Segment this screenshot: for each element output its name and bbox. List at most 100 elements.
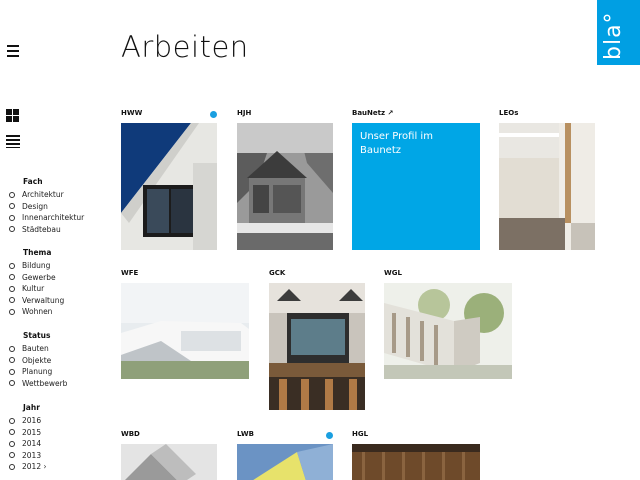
filter-title: Jahr	[23, 403, 40, 412]
radio-icon[interactable]	[9, 380, 15, 387]
filter-label: Bauten	[22, 344, 49, 354]
list-view-icon[interactable]	[6, 135, 20, 148]
radio-icon[interactable]	[9, 214, 15, 221]
project-tile-leos[interactable]: LEOs	[499, 109, 595, 250]
project-label: LWB	[237, 430, 254, 438]
radio-icon[interactable]	[9, 308, 15, 315]
project-label: HJH	[237, 109, 252, 117]
filter-label: Kultur	[22, 284, 45, 294]
new-indicator-dot	[326, 432, 333, 439]
logo-text: bla°	[601, 11, 626, 60]
filter-group-thema: Thema Bildung Gewerbe Kultur Verwaltung …	[9, 248, 64, 318]
filter-label: Städtebau	[22, 224, 61, 234]
project-label: BauNetz ↗	[352, 109, 394, 117]
filter-item-objekte[interactable]: Objekte	[9, 355, 67, 367]
project-label: WBD	[121, 430, 140, 438]
filter-item-verwaltung[interactable]: Verwaltung	[9, 295, 64, 307]
grid-view-icon[interactable]	[6, 109, 19, 122]
project-image	[121, 283, 249, 379]
radio-icon[interactable]	[9, 191, 15, 198]
radio-icon[interactable]	[9, 345, 15, 352]
filter-label: Wettbewerb	[22, 378, 68, 388]
filter-item-gewerbe[interactable]: Gewerbe	[9, 272, 64, 284]
filter-item-2016[interactable]: 2016	[9, 415, 46, 427]
filter-label: Architektur	[22, 190, 64, 200]
radio-icon[interactable]	[9, 262, 15, 269]
project-tile-hgl[interactable]: HGL	[352, 430, 480, 480]
filter-label: Design	[22, 201, 48, 211]
filter-item-2013[interactable]: 2013	[9, 450, 46, 462]
project-label: HWW	[121, 109, 143, 117]
filter-label: Gewerbe	[22, 272, 56, 282]
filter-label: Innenarchitektur	[22, 213, 85, 223]
filter-label: Bildung	[22, 261, 51, 271]
filter-label: Verwaltung	[22, 295, 65, 305]
filter-item-2015[interactable]: 2015	[9, 427, 46, 439]
project-label: GCK	[269, 269, 286, 277]
project-tile-hjh[interactable]: HJH	[237, 109, 333, 250]
filter-title: Thema	[23, 248, 52, 257]
project-image	[237, 123, 333, 250]
radio-icon[interactable]	[9, 203, 15, 210]
project-tile-wfe[interactable]: WFE	[121, 269, 249, 379]
project-image	[121, 444, 217, 480]
filter-title: Status	[23, 331, 51, 340]
project-image	[499, 123, 595, 250]
filter-item-design[interactable]: Design	[9, 201, 84, 213]
project-tile-wbd[interactable]: WBD	[121, 430, 217, 480]
project-image	[237, 444, 333, 480]
filter-item-wettbewerb[interactable]: Wettbewerb	[9, 378, 67, 390]
radio-icon[interactable]	[9, 226, 15, 233]
new-indicator-dot	[210, 111, 217, 118]
filter-item-2012[interactable]: 2012 ›	[9, 461, 46, 473]
filter-item-staedtebau[interactable]: Städtebau	[9, 224, 84, 236]
filter-item-kultur[interactable]: Kultur	[9, 283, 64, 295]
filter-label: 2012 ›	[22, 462, 47, 472]
filter-item-wohnen[interactable]: Wohnen	[9, 306, 64, 318]
filter-label: 2013	[22, 450, 42, 460]
radio-icon[interactable]	[9, 452, 15, 459]
project-label: HGL	[352, 430, 369, 438]
filter-label: 2015	[22, 427, 42, 437]
filter-label: 2014	[22, 439, 42, 449]
project-tile-hww[interactable]: HWW	[121, 109, 217, 250]
page-title: Arbeiten	[121, 30, 249, 64]
project-tile-wgl[interactable]: WGL	[384, 269, 512, 379]
filter-label: 2016	[22, 416, 42, 426]
radio-icon[interactable]	[9, 429, 15, 436]
filter-group-fach: Fach Architektur Design Innenarchitektur…	[9, 177, 84, 235]
baunetz-profile-link[interactable]: BauNetz ↗ Unser Profil im Baunetz	[352, 109, 480, 250]
project-image	[352, 444, 480, 480]
project-image	[121, 123, 217, 250]
radio-icon[interactable]	[9, 440, 15, 447]
logo[interactable]: bla°	[597, 0, 640, 65]
radio-icon[interactable]	[9, 357, 15, 364]
radio-icon[interactable]	[9, 417, 15, 424]
filter-label: Objekte	[22, 355, 52, 365]
radio-icon[interactable]	[9, 463, 15, 470]
project-label: WFE	[121, 269, 139, 277]
project-image	[269, 283, 365, 410]
project-label: LEOs	[499, 109, 519, 117]
radio-icon[interactable]	[9, 274, 15, 281]
project-tile-lwb[interactable]: LWB	[237, 430, 333, 480]
filter-item-bildung[interactable]: Bildung	[9, 260, 64, 272]
radio-icon[interactable]	[9, 285, 15, 292]
filter-label: Wohnen	[22, 307, 53, 317]
radio-icon[interactable]	[9, 297, 15, 304]
filter-title: Fach	[23, 177, 43, 186]
project-label: WGL	[384, 269, 402, 277]
filter-item-architektur[interactable]: Architektur	[9, 189, 84, 201]
filter-label: Planung	[22, 367, 53, 377]
filter-item-innenarchitektur[interactable]: Innenarchitektur	[9, 212, 84, 224]
filter-group-status: Status Bauten Objekte Planung Wettbewerb	[9, 331, 67, 389]
project-image	[384, 283, 512, 379]
filter-group-jahr: Jahr 2016 2015 2014 2013 2012 ›	[9, 403, 46, 473]
filter-item-2014[interactable]: 2014	[9, 438, 46, 450]
filter-item-bauten[interactable]: Bauten	[9, 343, 67, 355]
hamburger-menu-icon[interactable]	[7, 45, 19, 57]
project-tile-gck[interactable]: GCK	[269, 269, 365, 410]
filter-item-planung[interactable]: Planung	[9, 366, 67, 378]
radio-icon[interactable]	[9, 368, 15, 375]
baunetz-text: Unser Profil im Baunetz	[360, 131, 433, 156]
